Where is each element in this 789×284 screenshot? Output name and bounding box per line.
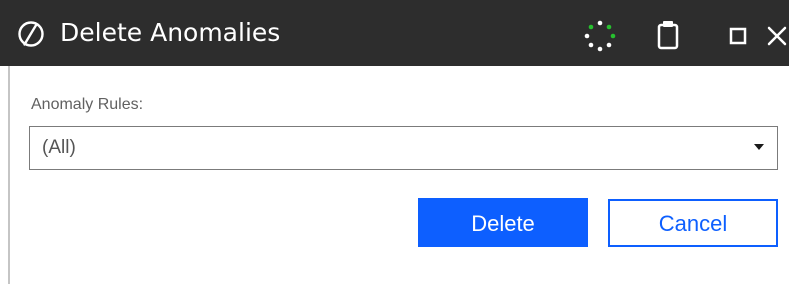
anomaly-rules-select[interactable]: (All) (29, 126, 778, 170)
delete-anomalies-dialog: Delete Anomalies Anomaly Rules: (All) De… (0, 0, 789, 284)
dialog-title: Delete Anomalies (60, 18, 281, 47)
anomaly-rules-label: Anomaly Rules: (31, 96, 144, 113)
maximize-icon[interactable] (729, 27, 747, 45)
delete-button[interactable]: Delete (418, 198, 588, 247)
dialog-left-border (8, 66, 10, 284)
circle-slash-icon (18, 21, 44, 47)
caret-down-icon[interactable] (754, 144, 764, 150)
anomaly-rules-selected-value: (All) (42, 137, 76, 158)
cancel-button[interactable]: Cancel (608, 199, 778, 247)
dialog-titlebar: Delete Anomalies (0, 0, 789, 66)
clipboard-icon[interactable] (655, 18, 681, 52)
close-icon[interactable] (765, 24, 789, 48)
loading-spinner-icon (584, 20, 616, 52)
